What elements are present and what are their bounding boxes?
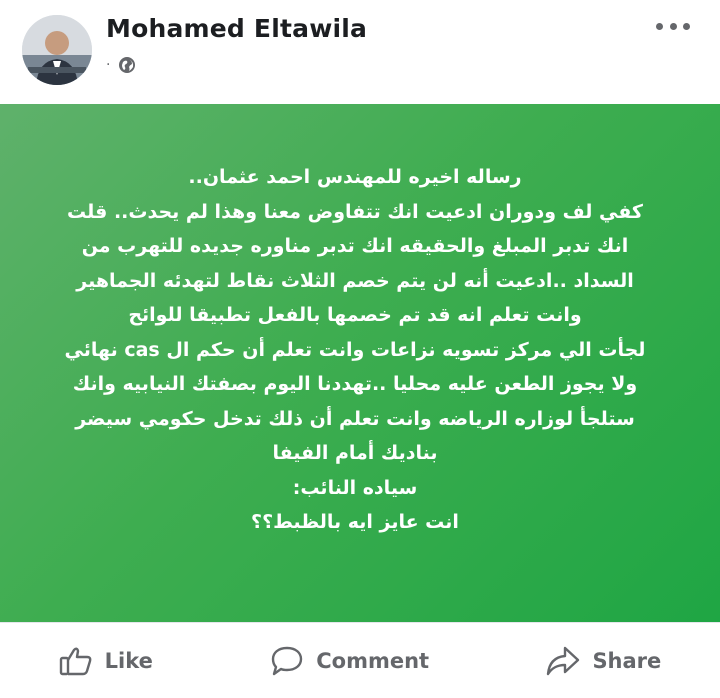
post-line: وانت تعلم انه قد تم خصمها بالفعل تطبيقا … xyxy=(128,304,582,326)
more-dot xyxy=(683,22,690,30)
comment-button[interactable]: Comment xyxy=(270,645,429,677)
share-label: Share xyxy=(592,648,662,673)
post-line: كفي لف ودوران ادعيت انك تتفاوض معنا وهذا… xyxy=(67,200,643,223)
more-dot xyxy=(656,22,663,30)
like-label: Like xyxy=(104,648,153,673)
post-header: Mohamed Eltawila · xyxy=(0,0,720,104)
post-actions: Like Comment Share xyxy=(0,623,720,698)
author-name[interactable]: Mohamed Eltawila xyxy=(106,14,367,43)
post-line: ستلجأ لوزاره الرياضه وانت تعلم أن ذلك تد… xyxy=(75,407,635,430)
post-meta: · xyxy=(106,56,136,74)
avatar-image xyxy=(22,15,92,85)
meta-separator: · xyxy=(106,57,111,73)
share-button[interactable]: Share xyxy=(546,645,661,677)
like-button[interactable]: Like xyxy=(59,646,153,676)
comment-label: Comment xyxy=(316,648,430,673)
comment-icon xyxy=(272,646,303,675)
globe-icon[interactable] xyxy=(118,56,136,74)
post-text: رساله اخيره للمهندس احمد عثمان.. كفي لف … xyxy=(42,160,668,540)
thumbs-up-icon xyxy=(59,647,92,675)
post-line: رساله اخيره للمهندس احمد عثمان.. xyxy=(188,166,522,188)
post-line: بناديك أمام الفيفا xyxy=(272,442,438,464)
post-line: ولا يجوز الطعن عليه محليا ..تهددنا اليوم… xyxy=(72,373,638,395)
post-line: انك تدبر المبلغ والحقيقه انك تدبر مناوره… xyxy=(81,235,629,257)
post-line: سياده النائب: xyxy=(292,476,418,499)
avatar[interactable] xyxy=(22,15,92,85)
post-line: لجأت الي مركز تسويه نزاعات وانت تعلم أن … xyxy=(64,338,646,361)
more-options-button[interactable] xyxy=(656,17,690,35)
post-line: السداد ..ادعيت أنه لن يتم خصم الثلاث نقا… xyxy=(76,269,634,292)
share-icon xyxy=(547,646,580,675)
more-dot xyxy=(669,22,677,30)
post-line: انت عايز ايه بالظبط؟؟ xyxy=(251,511,459,533)
